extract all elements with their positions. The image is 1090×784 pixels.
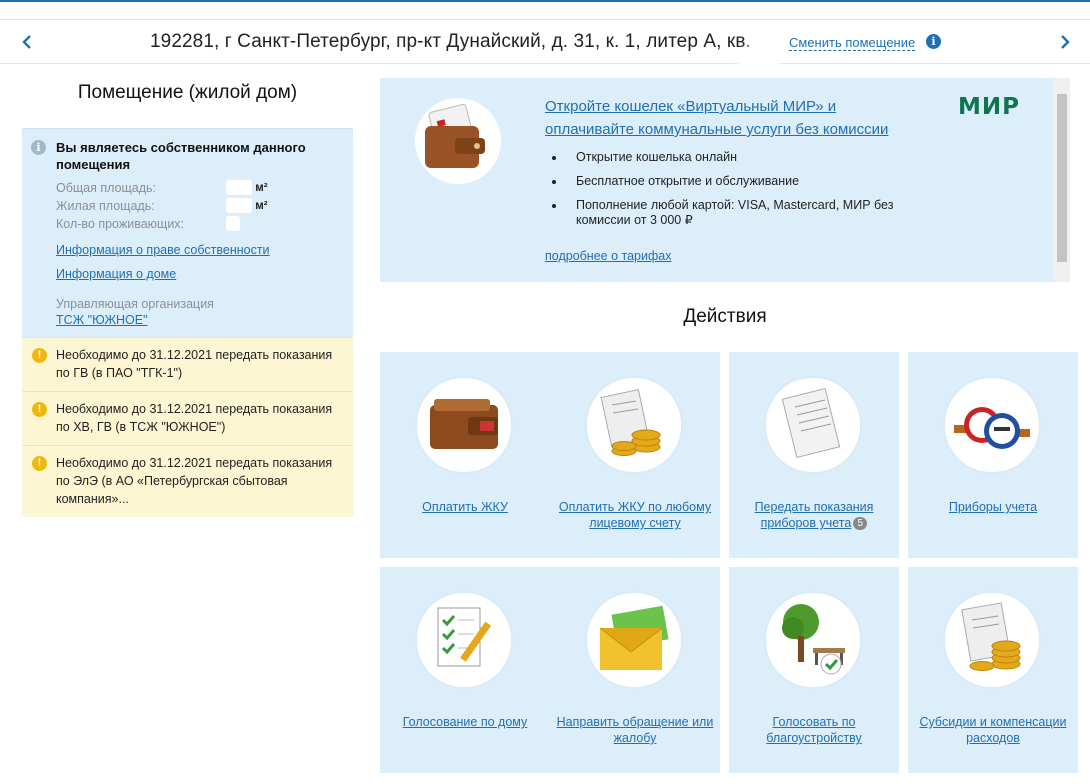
ownership-info-link[interactable]: Информация о праве собственности bbox=[56, 243, 343, 257]
promo-list: Открытие кошелька онлайн Бесплатное откр… bbox=[552, 150, 936, 237]
tile-label: Передать показания приборов учета 5 bbox=[735, 499, 893, 531]
action-meters[interactable]: Приборы учета bbox=[908, 352, 1078, 558]
tariffs-link[interactable]: подробнее о тарифах bbox=[545, 249, 671, 263]
chevron-left-icon[interactable] bbox=[12, 20, 42, 64]
notice-item: ! Необходимо до 31.12.2021 передать пока… bbox=[22, 391, 353, 445]
tile-label: Голосование по дому bbox=[402, 715, 528, 729]
warning-icon: ! bbox=[32, 348, 47, 363]
promo-banner: Откройте кошелек «Виртуальный МИР» и опл… bbox=[380, 78, 1070, 282]
promo-item: Открытие кошелька онлайн bbox=[552, 150, 936, 165]
action-house-voting[interactable]: Голосование по дому bbox=[380, 567, 550, 773]
tile-label: Приборы учета bbox=[948, 500, 1038, 514]
management-link[interactable]: ТСЖ "ЮЖНОЕ" bbox=[56, 313, 343, 327]
living-area-unit: м² bbox=[255, 200, 268, 212]
notice-text: Необходимо до 31.12.2021 передать показа… bbox=[56, 402, 333, 434]
wallet-card-icon bbox=[415, 98, 501, 184]
action-send-complaint[interactable]: Направить обращение или жалобу bbox=[550, 567, 720, 773]
room-panel: Помещение (жилой дом) i Вы являетесь соб… bbox=[22, 64, 353, 517]
living-area-label: Жилая площадь: bbox=[56, 199, 155, 213]
notice-text: Необходимо до 31.12.2021 передать показа… bbox=[56, 456, 333, 506]
management-label: Управляющая организация bbox=[56, 297, 214, 311]
room-title: Помещение (жилой дом) bbox=[77, 82, 298, 103]
receipt-coins-icon bbox=[587, 378, 681, 472]
notice-item: ! Необходимо до 31.12.2021 передать пока… bbox=[22, 337, 353, 391]
promo-title-link[interactable]: Откройте кошелек «Виртуальный МИР» и опл… bbox=[545, 95, 925, 141]
address-mask bbox=[742, 50, 776, 74]
action-pay-utilities[interactable]: Оплатить ЖКУ bbox=[380, 352, 550, 558]
living-area-row: Жилая площадь: м² bbox=[56, 197, 343, 215]
address-text: 192281, г Санкт-Петербург, пр-кт Дунайск… bbox=[150, 31, 751, 52]
subsidy-coins-icon bbox=[945, 593, 1039, 687]
change-room-link[interactable]: Сменить помещение bbox=[789, 36, 916, 51]
action-vote-improvement[interactable]: Голосовать по благоустройству bbox=[729, 567, 899, 773]
hidden-value bbox=[226, 180, 252, 196]
tile-label: Оплатить ЖКУ по любому лицевому счету bbox=[558, 500, 712, 530]
owner-card: i Вы являетесь собственником данного пом… bbox=[22, 128, 353, 337]
hidden-value bbox=[226, 198, 252, 214]
promo-scrollbar[interactable] bbox=[1054, 78, 1070, 282]
promo-item: Бесплатное открытие и обслуживание bbox=[552, 174, 936, 189]
mir-logo: МИР bbox=[958, 94, 1020, 120]
house-info-link[interactable]: Информация о доме bbox=[56, 267, 343, 281]
total-area-unit: м² bbox=[255, 182, 268, 194]
checklist-icon bbox=[417, 593, 511, 687]
notice-text: Необходимо до 31.12.2021 передать показа… bbox=[56, 348, 333, 380]
hidden-value bbox=[226, 216, 240, 232]
chevron-right-icon[interactable] bbox=[1050, 20, 1080, 64]
promo-item: Пополнение любой картой: VISA, Mastercar… bbox=[552, 198, 936, 228]
receipt-icon bbox=[766, 378, 860, 472]
address-bar: 192281, г Санкт-Петербург, пр-кт Дунайск… bbox=[0, 20, 1090, 74]
tile-label: Оплатить ЖКУ bbox=[422, 500, 508, 514]
info-icon[interactable]: i bbox=[926, 34, 941, 49]
action-subsidies[interactable]: Субсидии и компенсации расходов bbox=[908, 567, 1078, 773]
tree-bench-icon bbox=[766, 593, 860, 687]
warning-icon: ! bbox=[32, 402, 47, 417]
residents-row: Кол-во проживающих: bbox=[56, 215, 343, 233]
warning-icon: ! bbox=[32, 456, 47, 471]
count-badge: 5 bbox=[853, 517, 868, 530]
action-submit-readings[interactable]: Передать показания приборов учета 5 bbox=[729, 352, 899, 558]
wallet-icon bbox=[417, 378, 511, 472]
tile-label: Субсидии и компенсации расходов bbox=[919, 715, 1067, 745]
water-meter-icon bbox=[945, 378, 1039, 472]
action-pay-any-account[interactable]: Оплатить ЖКУ по любому лицевому счету bbox=[550, 352, 720, 558]
actions-title: Действия bbox=[683, 306, 767, 327]
scrollbar-thumb[interactable] bbox=[1057, 94, 1067, 262]
owner-title: Вы являетесь собственником данного помещ… bbox=[56, 140, 306, 172]
tile-label: Направить обращение или жалобу bbox=[556, 715, 714, 745]
total-area-row: Общая площадь: м² bbox=[56, 179, 343, 197]
info-icon: i bbox=[31, 140, 46, 155]
top-strip bbox=[0, 0, 1090, 20]
envelope-icon bbox=[587, 593, 681, 687]
notice-item: ! Необходимо до 31.12.2021 передать пока… bbox=[22, 445, 353, 517]
tile-label: Голосовать по благоустройству bbox=[766, 715, 862, 745]
total-area-label: Общая площадь: bbox=[56, 181, 157, 195]
residents-label: Кол-во проживающих: bbox=[56, 217, 185, 231]
